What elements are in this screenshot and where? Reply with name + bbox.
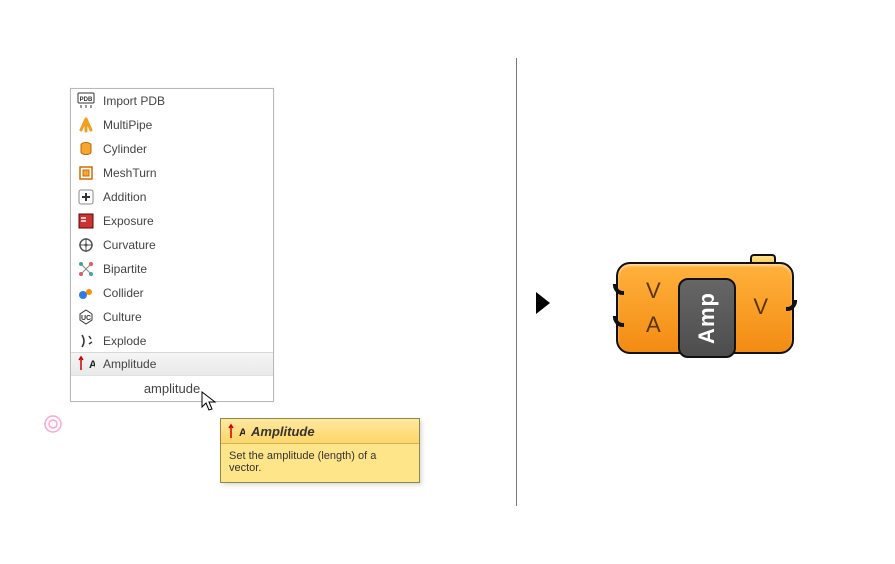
menu-item-label: Exposure (103, 214, 154, 228)
canvas-target-marker (42, 413, 64, 438)
pdb-icon: PDB (77, 92, 95, 110)
menu-item-import-pdb[interactable]: PDB Import PDB (71, 89, 273, 113)
vertical-divider (516, 58, 517, 506)
curvature-icon (77, 236, 95, 254)
cylinder-icon (77, 140, 95, 158)
component-body[interactable]: V A V Amp (616, 262, 794, 354)
bipartite-icon (77, 260, 95, 278)
pipe-icon (77, 116, 95, 134)
menu-item-label: Collider (103, 286, 144, 300)
menu-item-explode[interactable]: Explode (71, 329, 273, 353)
output-grip[interactable] (786, 300, 804, 318)
exposure-icon (77, 212, 95, 230)
menu-item-label: MeshTurn (103, 166, 157, 180)
arrow-right-icon (534, 290, 552, 319)
menu-item-label: Culture (103, 310, 142, 324)
input-port-label: V (646, 278, 661, 304)
menu-item-label: Bipartite (103, 262, 147, 276)
tooltip-title: Amplitude (251, 424, 315, 439)
svg-text:A: A (239, 427, 245, 439)
menu-item-label: MultiPipe (103, 118, 152, 132)
menu-item-label: Curvature (103, 238, 156, 252)
collider-icon (77, 284, 95, 302)
menu-item-addition[interactable]: Addition (71, 185, 273, 209)
svg-text:UC: UC (81, 315, 91, 322)
menu-item-label: Amplitude (103, 357, 156, 371)
search-input[interactable]: amplitude (71, 375, 273, 401)
component-search-menu[interactable]: PDB Import PDB MultiPipe Cylinder MeshTu… (70, 88, 274, 402)
search-text: amplitude (144, 381, 200, 396)
explode-icon (77, 332, 95, 350)
amplitude-icon: A (77, 355, 95, 373)
culture-icon: UC (77, 308, 95, 326)
menu-item-cylinder[interactable]: Cylinder (71, 137, 273, 161)
meshturn-icon (77, 164, 95, 182)
input-port-label: A (646, 312, 661, 338)
menu-item-label: Explode (103, 334, 146, 348)
amplitude-component[interactable]: V A V Amp (616, 254, 794, 360)
menu-item-label: Import PDB (103, 94, 165, 108)
svg-text:PDB: PDB (80, 97, 93, 103)
svg-text:A: A (89, 359, 95, 371)
input-grip[interactable] (606, 284, 624, 302)
menu-item-meshturn[interactable]: MeshTurn (71, 161, 273, 185)
menu-item-bipartite[interactable]: Bipartite (71, 257, 273, 281)
menu-item-curvature[interactable]: Curvature (71, 233, 273, 257)
menu-item-culture[interactable]: UC Culture (71, 305, 273, 329)
component-core-label: Amp (678, 278, 736, 358)
component-tooltip: A Amplitude Set the amplitude (length) o… (220, 418, 420, 483)
tooltip-description: Set the amplitude (length) of a vector. (221, 444, 419, 482)
menu-item-multipipe[interactable]: MultiPipe (71, 113, 273, 137)
menu-item-collider[interactable]: Collider (71, 281, 273, 305)
addition-icon (77, 188, 95, 206)
menu-item-label: Addition (103, 190, 146, 204)
menu-item-exposure[interactable]: Exposure (71, 209, 273, 233)
menu-item-amplitude[interactable]: A Amplitude (71, 352, 273, 376)
menu-item-label: Cylinder (103, 142, 147, 156)
output-port-label: V (753, 294, 768, 320)
input-grip[interactable] (606, 316, 624, 334)
amplitude-icon: A (227, 423, 243, 439)
